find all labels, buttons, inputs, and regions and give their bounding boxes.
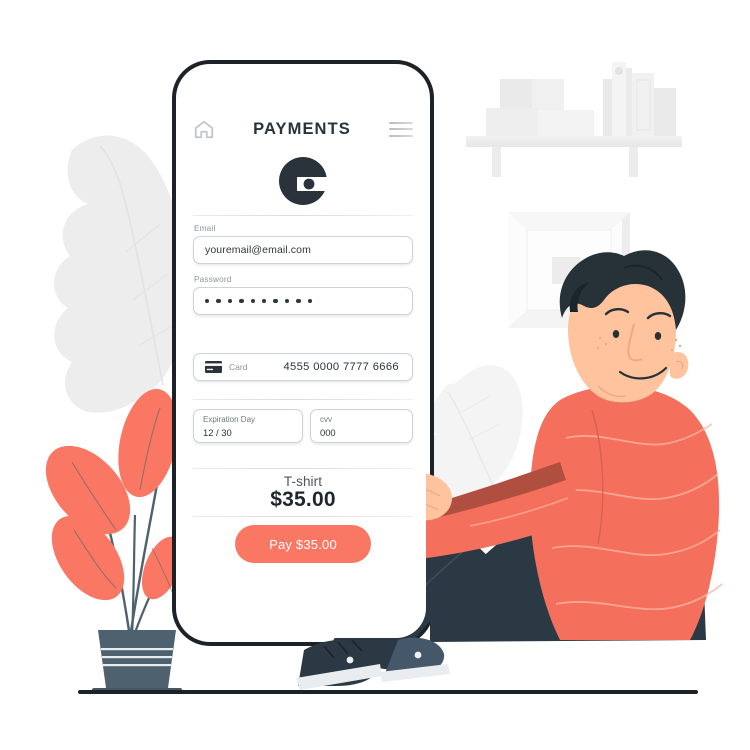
cvv-label: cvv (320, 415, 332, 424)
gray-oak-leaf-left (53, 135, 187, 413)
credit-card-icon (205, 361, 222, 373)
order-summary: T-shirt $35.00 (180, 474, 426, 512)
divider-top (193, 215, 413, 216)
divider-order-bottom (193, 516, 413, 517)
page-title: PAYMENTS (253, 119, 351, 138)
card-number-value: 4555 0000 7777 6666 (283, 361, 399, 373)
expiration-value: 12 / 30 (203, 426, 232, 438)
pay-button[interactable]: Pay $35.00 (235, 525, 371, 563)
password-dots (205, 298, 312, 304)
expiration-field[interactable]: Expiration Day 12 / 30 (193, 409, 303, 443)
divider-card (193, 399, 413, 400)
password-field[interactable] (193, 287, 413, 315)
floor-line (78, 690, 698, 694)
divider-order-top (193, 468, 413, 469)
password-label: Password (194, 275, 232, 284)
cvv-value: 000 (320, 426, 336, 438)
home-icon[interactable] (193, 118, 215, 140)
potted-plant (45, 388, 183, 694)
phone-screen: PAYMENTS Email youremail@email.com Passw… (180, 68, 426, 638)
product-price: $35.00 (270, 488, 336, 511)
card-label: Card (229, 362, 248, 372)
email-label: Email (194, 224, 216, 233)
hamburger-menu-icon[interactable] (389, 121, 413, 137)
phone-notch (267, 68, 339, 85)
product-name: T-shirt (283, 474, 323, 489)
app-logo (180, 156, 426, 206)
expiration-label: Expiration Day (203, 415, 256, 424)
card-number-field[interactable]: Card 4555 0000 7777 6666 (193, 353, 413, 381)
app-header: PAYMENTS (193, 114, 413, 144)
wall-shelf-decor (466, 62, 682, 177)
cvv-field[interactable]: cvv 000 (310, 409, 413, 443)
illustration-scene: PAYMENTS Email youremail@email.com Passw… (0, 0, 750, 750)
email-field[interactable]: youremail@email.com (193, 236, 413, 264)
email-value: youremail@email.com (205, 244, 311, 256)
